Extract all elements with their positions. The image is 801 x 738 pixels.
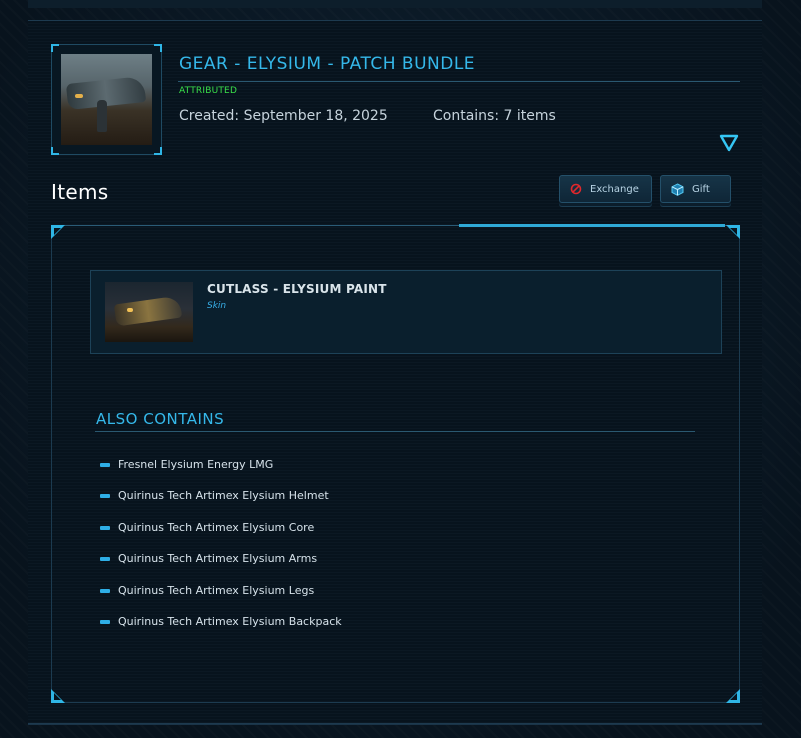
engine-glow [127,308,133,312]
triangle-down-icon[interactable] [719,134,739,152]
gift-button[interactable]: Gift [660,175,731,203]
frame-corner-icon [726,225,740,239]
top-strip [28,0,762,8]
bullet-icon [100,525,110,530]
gift-box-icon [671,182,684,196]
ship-shape [113,295,183,327]
item-name: CUTLASS - ELYSIUM PAINT [207,282,387,296]
exchange-button[interactable]: Exchange [559,175,652,203]
exchange-label: Exchange [590,183,639,195]
frame-corner-icon [726,689,740,703]
bundle-title: GEAR - ELYSIUM - PATCH BUNDLE [179,54,476,74]
item-type: Skin [207,301,227,311]
bundle-image [61,54,152,145]
list-item-label: Fresnel Elysium Energy LMG [118,458,274,471]
status-badge: ATTRIBUTED [179,86,238,96]
list-item[interactable]: CUTLASS - ELYSIUM PAINT Skin [90,270,722,354]
created-date: Created: September 18, 2025 [179,108,388,124]
bullet-icon [100,619,110,624]
gift-label: Gift [692,183,710,195]
list-item: Quirinus Tech Artimex Elysium Core [100,521,314,534]
frame-corner-icon [51,225,65,239]
item-count: Contains: 7 items [433,108,556,124]
frame-corner [51,44,59,52]
also-contains-divider [95,431,695,432]
list-item-label: Quirinus Tech Artimex Elysium Backpack [118,615,342,628]
frame-corner [154,44,162,52]
armor-figure [97,100,107,132]
frame-accent-bar [459,224,725,227]
items-heading: Items [51,180,109,204]
list-item: Quirinus Tech Artimex Elysium Arms [100,552,317,565]
list-item: Fresnel Elysium Energy LMG [100,458,273,471]
list-item: Quirinus Tech Artimex Elysium Helmet [100,489,329,502]
list-item-label: Quirinus Tech Artimex Elysium Arms [118,552,318,565]
forbidden-circle-icon [570,183,582,195]
item-thumbnail [105,282,193,342]
list-item-label: Quirinus Tech Artimex Elysium Legs [118,584,315,597]
frame-corner [154,147,162,155]
list-item: Quirinus Tech Artimex Elysium Legs [100,584,314,597]
also-contains-heading: ALSO CONTAINS [96,410,225,428]
engine-glow [75,94,83,98]
bullet-icon [100,493,110,498]
bullet-icon [100,462,110,467]
bullet-icon [100,588,110,593]
frame-corner [51,147,59,155]
panel-bottom-divider [28,724,762,725]
list-item-label: Quirinus Tech Artimex Elysium Core [118,521,315,534]
bundle-thumbnail [51,44,162,155]
list-item-label: Quirinus Tech Artimex Elysium Helmet [118,489,329,502]
title-divider [178,81,740,82]
frame-corner-icon [51,689,65,703]
list-item: Quirinus Tech Artimex Elysium Backpack [100,615,342,628]
bullet-icon [100,556,110,561]
